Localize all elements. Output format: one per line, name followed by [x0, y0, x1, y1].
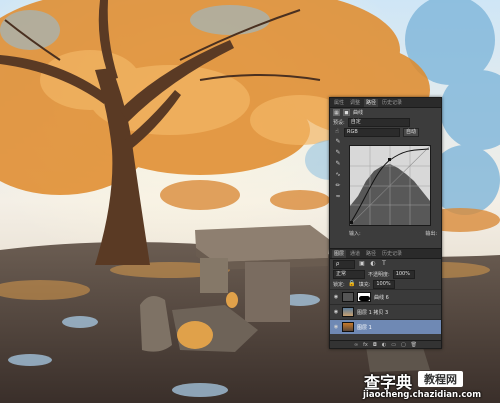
fill-label: 填充:: [358, 281, 371, 288]
eyedropper-white-icon[interactable]: ✎: [334, 160, 342, 168]
fill-input[interactable]: 100%: [373, 279, 396, 289]
mask-add-icon[interactable]: ◘: [373, 342, 377, 348]
adjust-filter-icon[interactable]: ◐: [369, 260, 377, 268]
channel-select[interactable]: RGB: [344, 127, 400, 137]
photoshop-panel: 属性 调整 路径 历史记录 ▦ ◼ 曲线 预设: 自定 ☝ RGB 自动 ✎ ✎…: [329, 97, 442, 349]
curves-label: 曲线: [353, 110, 364, 116]
visibility-eye-icon[interactable]: ◉: [333, 324, 339, 330]
opacity-input[interactable]: 100%: [392, 269, 415, 279]
filter-kind-select[interactable]: ρ: [333, 259, 355, 269]
blend-row: 正常 不透明度: 100%: [330, 269, 441, 279]
smooth-icon[interactable]: ≈: [334, 193, 342, 201]
input-label: 输入:: [349, 231, 361, 237]
layers-panel: 图层 通道 路径 历史记录 ρ ▣ ◐ T 正常 不透明度: 100% 锁定: …: [330, 248, 441, 348]
curve-point-icon[interactable]: ∿: [334, 171, 342, 179]
folder-icon[interactable]: ▭: [391, 342, 396, 348]
layer-curves[interactable]: ◉ 曲线 6: [330, 289, 441, 304]
visibility-eye-icon[interactable]: ◉: [333, 294, 339, 300]
type-filter-icon[interactable]: T: [380, 260, 388, 268]
input-output-row: 输入: 输出:: [349, 230, 437, 237]
tab-layer-paths[interactable]: 路径: [364, 250, 378, 258]
opacity-label: 不透明度:: [368, 271, 390, 278]
tab-history[interactable]: 历史记录: [380, 99, 404, 107]
blend-mode-select[interactable]: 正常: [333, 269, 365, 279]
adjustment-add-icon[interactable]: ◐: [382, 342, 386, 348]
auto-button[interactable]: 自动: [403, 127, 420, 137]
curves-adjustment-icon: [342, 292, 354, 302]
eyedropper-gray-icon[interactable]: ✎: [334, 149, 342, 157]
tab-channels[interactable]: 通道: [348, 250, 362, 258]
preset-select[interactable]: 自定: [347, 117, 410, 127]
channel-row: ☝ RGB 自动: [330, 127, 441, 137]
adjustment-layer-icon: ▦: [333, 109, 340, 116]
visibility-eye-icon[interactable]: ◉: [333, 309, 339, 315]
layer-mask-thumbnail[interactable]: [357, 292, 371, 302]
tab-adjustments[interactable]: 调整: [348, 99, 362, 107]
watermark-subtitle: 教程网: [418, 371, 463, 387]
tab-layers[interactable]: 图层: [332, 249, 347, 258]
layers-tabbar: 图层 通道 路径 历史记录: [330, 249, 441, 259]
layer-name: 图层 1 拷贝 3: [357, 309, 389, 316]
layer-thumbnail: [342, 322, 354, 332]
pencil-icon[interactable]: ✏: [334, 182, 342, 190]
site-watermark: 查字典 教程网 jiaocheng.chazidian.com: [362, 367, 494, 401]
preset-row: 预设: 自定: [330, 117, 441, 127]
curve-graph[interactable]: [349, 145, 431, 226]
layer-thumbnail: [342, 307, 354, 317]
layers-footer: ∞ fx ◘ ◐ ▭ ▢ 🗑: [330, 340, 441, 348]
lock-row: 锁定: 🔒 填充: 100%: [330, 279, 441, 289]
lock-label: 锁定:: [333, 281, 345, 288]
output-label: 输出:: [425, 231, 437, 237]
new-layer-icon[interactable]: ▢: [401, 342, 406, 348]
pixel-filter-icon[interactable]: ▣: [358, 260, 366, 268]
fx-icon[interactable]: fx: [363, 342, 368, 348]
layer-mask-icon[interactable]: ◼: [343, 109, 350, 116]
watermark-url: jiaocheng.chazidian.com: [363, 390, 482, 400]
filter-row: ρ ▣ ◐ T: [330, 259, 441, 269]
tab-layer-history[interactable]: 历史记录: [380, 250, 404, 258]
layer-base[interactable]: ◉ 图层 1: [330, 319, 441, 334]
trash-icon[interactable]: 🗑: [411, 342, 417, 348]
tab-properties[interactable]: 属性: [332, 99, 346, 107]
link-icon[interactable]: ∞: [354, 342, 358, 348]
layer-name: 曲线 6: [374, 294, 389, 301]
tab-paths[interactable]: 路径: [364, 98, 379, 107]
hand-adjust-icon[interactable]: ☝: [333, 128, 341, 136]
preset-label: 预设:: [333, 119, 345, 126]
eyedropper-black-icon[interactable]: ✎: [334, 138, 342, 146]
properties-header: ▦ ◼ 曲线: [330, 108, 441, 117]
curve-tools: ✎ ✎ ✎ ∿ ✏ ≈: [333, 138, 343, 201]
lock-icon[interactable]: 🔒: [348, 280, 356, 288]
layer-copy[interactable]: ◉ 图层 1 拷贝 3: [330, 304, 441, 319]
layer-name: 图层 1: [357, 324, 372, 331]
properties-tabbar: 属性 调整 路径 历史记录: [330, 98, 441, 108]
